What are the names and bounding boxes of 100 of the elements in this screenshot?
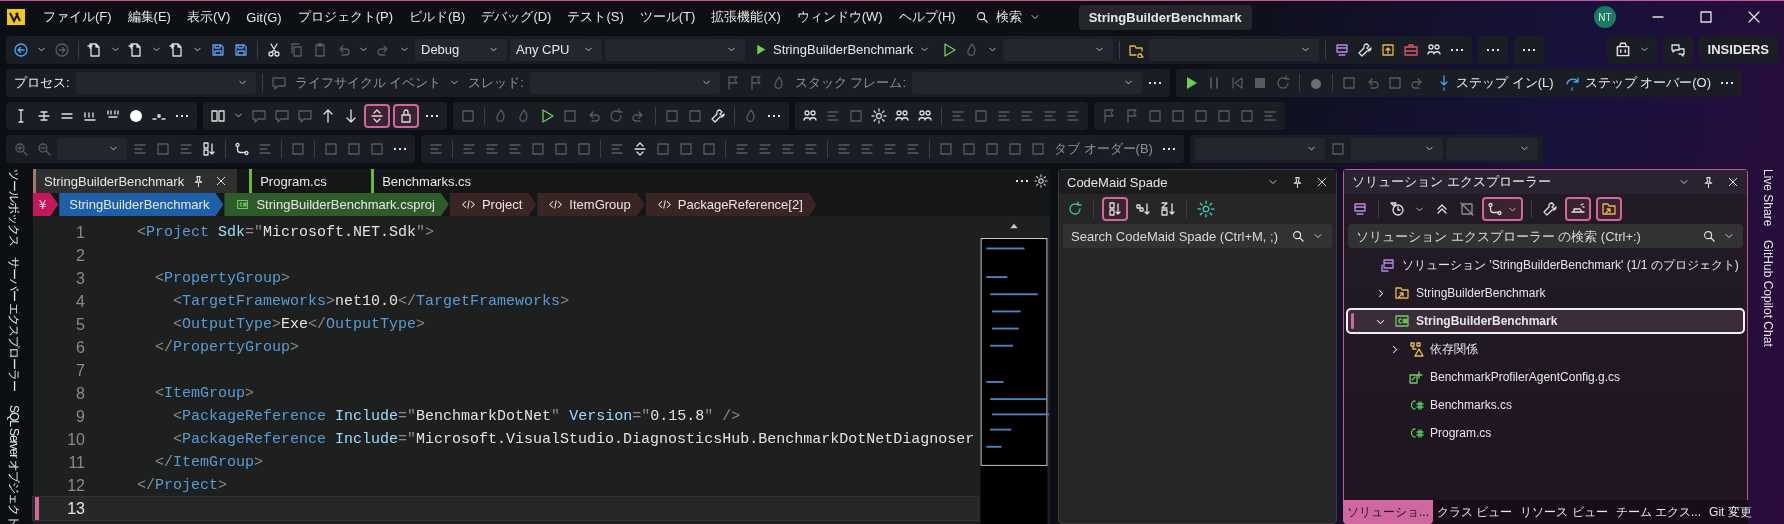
tool-window-tab[interactable]: GitHub Copilot Chat [1761,240,1775,348]
refresh-icon[interactable] [1067,201,1083,217]
square-icon[interactable] [701,140,717,157]
editor-tab[interactable]: StringBuilderBenchmark [33,169,238,193]
square-icon[interactable] [848,107,864,124]
dropdown-field[interactable] [1003,38,1114,61]
comment-icon[interactable] [270,74,287,91]
play-outline-icon[interactable] [941,41,958,58]
square-icon[interactable] [1147,107,1163,124]
breadcrumb-item[interactable]: ItemGroup [537,193,645,216]
zoom-in-icon[interactable] [13,140,29,157]
breadcrumb-item[interactable]: ¥ [33,193,59,216]
menu-item[interactable]: Git(G) [239,6,289,28]
close-icon[interactable] [1316,176,1328,188]
search-field[interactable]: ソリューション エクスプローラー の検索 (Ctrl+:) [1348,224,1743,248]
step-over-button[interactable]: ステップ オーバー(O) [1559,73,1714,92]
menu-item[interactable]: ツール(T) [632,5,703,29]
split-icon[interactable] [632,140,648,157]
square-icon[interactable] [984,140,1000,157]
restart-icon[interactable] [608,107,624,124]
menu-item[interactable]: 表示(V) [179,5,238,29]
document-plus-icon[interactable] [128,41,144,58]
save-icon[interactable] [233,41,249,58]
wrench-icon[interactable] [710,107,726,124]
panel-tab[interactable]: Git 変更 [1705,500,1756,524]
wrench-icon[interactable] [1542,201,1558,217]
comment-icon[interactable] [297,107,313,124]
dropdown-field[interactable] [605,38,745,61]
step-into-button[interactable]: ステップ イン(L) [1431,73,1557,92]
square-icon[interactable] [655,140,671,157]
search-menu[interactable]: 検索 [964,5,1051,29]
menu-item[interactable]: 拡張機能(X) [704,5,788,29]
tree-item[interactable]: 依存関係 [1346,336,1745,362]
scissors-icon[interactable] [266,41,282,58]
sort-icon[interactable] [201,140,217,157]
tree-item[interactable]: Benchmarks.cs [1346,392,1745,418]
dropdown-field[interactable] [1445,137,1538,160]
sort-order-icon[interactable] [1135,201,1151,217]
save-icon[interactable] [210,41,226,58]
document-plus-icon[interactable] [169,41,185,58]
square-icon[interactable] [1341,74,1358,91]
square-icon[interactable] [323,140,339,157]
toolbox-icon[interactable] [1403,41,1420,58]
square-icon[interactable] [460,107,476,124]
settings-icon[interactable] [871,107,887,124]
dropdown-field[interactable] [1350,137,1443,160]
tree-item[interactable]: Program.cs [1346,420,1745,446]
menu-item[interactable]: ファイル(F) [36,5,119,29]
minimap[interactable] [979,238,1049,524]
toggle-button[interactable] [1565,197,1591,221]
maximize-icon[interactable] [1698,9,1714,25]
insiders-badge[interactable]: INSIDERS [1698,36,1778,63]
book-icon[interactable] [210,107,226,124]
comment-icon[interactable] [274,107,290,124]
tab-order-button[interactable]: タブ オーダー(B) [1051,139,1156,158]
dropdown-field[interactable] [1149,38,1320,61]
square-icon[interactable] [1030,140,1046,157]
chat-bubbles-icon[interactable] [1669,41,1686,58]
tree-item[interactable]: ソリューション 'StringBuilderBenchmark' (1/1 のプロジェクト) [1346,252,1745,278]
clipboard-icon[interactable] [312,41,328,58]
tree-item[interactable]: StringBuilderBenchmark [1346,280,1745,306]
menu-item[interactable]: テスト(S) [560,5,631,29]
tree-item[interactable]: StringBuilderBenchmark [1346,308,1745,334]
square-icon[interactable] [678,140,694,157]
square-icon[interactable] [1329,140,1346,157]
pin-icon[interactable] [1291,175,1304,189]
menu-item[interactable]: プロジェクト(P) [290,5,401,29]
breadcrumb-item[interactable]: Project [449,193,537,216]
branch-icon[interactable] [234,140,250,157]
square-icon[interactable] [346,140,362,157]
search-field[interactable]: Search CodeMaid Spade (Ctrl+M, ;) [1063,224,1332,248]
toggle-button[interactable] [1102,197,1128,221]
sort-alpha-icon[interactable] [1160,201,1176,217]
toggle-button[interactable] [393,103,419,128]
menu-item[interactable]: ウィンドウ(W) [789,5,890,29]
square-icon[interactable] [961,140,977,157]
tool-window-tab[interactable]: サーバー エクスプローラー [6,257,22,392]
square-icon[interactable] [1193,107,1209,124]
square-icon[interactable] [290,140,306,157]
start-button[interactable]: StringBuilderBenchmark [748,42,937,57]
settings-icon[interactable] [1034,174,1048,188]
tool-window-tab[interactable]: Live Share [1761,169,1775,227]
square-icon[interactable] [155,140,171,157]
back-icon[interactable] [13,41,29,58]
copy-icon[interactable] [289,41,305,58]
publish-icon[interactable] [1380,41,1397,58]
hidden-files-icon[interactable] [1459,201,1475,217]
menu-item[interactable]: ビルド(B) [402,5,473,29]
zoom-out-icon[interactable] [36,140,52,157]
square-icon[interactable] [1239,107,1255,124]
square-icon[interactable] [369,140,385,157]
toggle-button[interactable] [364,103,390,128]
wrench-icon[interactable] [1357,41,1374,58]
square-icon[interactable] [1007,140,1023,157]
tree-item[interactable]: BenchmarkProfilerAgentConfig.g.cs [1346,364,1745,390]
document-plus-icon[interactable] [87,41,103,58]
square-icon[interactable] [553,140,569,157]
history-icon[interactable] [1389,201,1405,217]
panel-tab[interactable]: リソース ビュー [1516,500,1612,524]
menu-item[interactable]: デバッグ(D) [474,5,559,29]
